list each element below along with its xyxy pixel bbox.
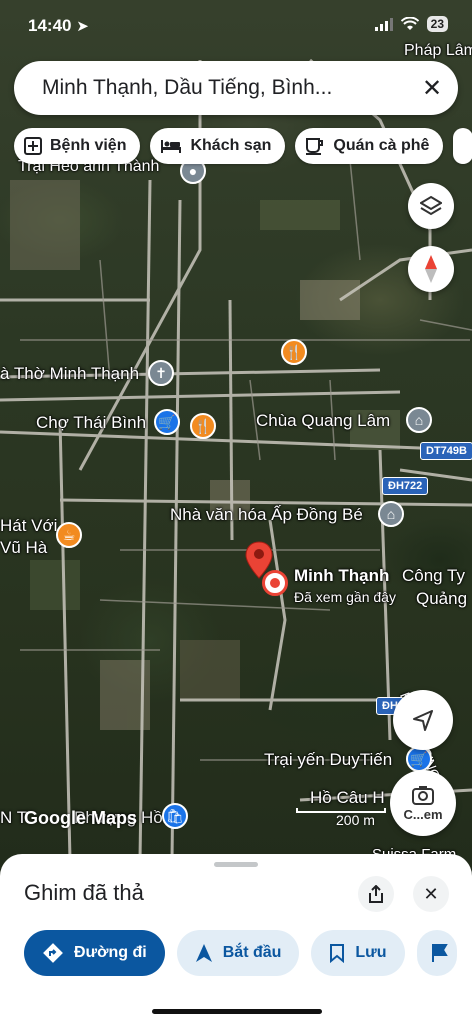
restaurant-poi-icon[interactable]: 🍴 bbox=[281, 339, 307, 365]
restaurant-poi-icon[interactable]: 🍴 bbox=[190, 413, 216, 439]
directions-icon bbox=[43, 943, 63, 963]
compass-button[interactable] bbox=[408, 246, 454, 292]
church-poi-icon[interactable]: ✝ bbox=[148, 360, 174, 386]
layers-icon bbox=[420, 195, 442, 216]
share-icon bbox=[369, 885, 383, 903]
camera-search-icon bbox=[412, 785, 434, 805]
market-poi-icon[interactable]: 🛒 bbox=[154, 409, 180, 435]
place-label[interactable]: Nhà văn hóa Ấp Đồng Bé bbox=[170, 505, 363, 525]
place-label[interactable]: Vũ Hà bbox=[0, 538, 47, 558]
share-button[interactable] bbox=[358, 876, 394, 912]
hospital-icon bbox=[24, 137, 42, 155]
battery-indicator: 23 bbox=[426, 16, 448, 32]
shop-poi-icon[interactable]: 🛍 bbox=[162, 803, 188, 829]
road-number-badge: DT749B bbox=[420, 442, 472, 460]
search-bar[interactable]: Minh Thạnh, Dầu Tiếng, Bình... ✕ bbox=[14, 61, 458, 115]
search-query[interactable]: Minh Thạnh, Dầu Tiếng, Bình... bbox=[42, 76, 406, 100]
scale-label: 200 m bbox=[336, 812, 375, 828]
place-label[interactable]: Trại yến DuyTiến bbox=[264, 750, 392, 770]
drag-handle[interactable] bbox=[214, 862, 258, 867]
chip-hotel[interactable]: Khách sạn bbox=[150, 128, 286, 164]
place-label[interactable]: Chợ Thái Bình bbox=[36, 413, 146, 433]
navigation-arrow-icon bbox=[195, 944, 212, 962]
action-bar: Đường đi Bắt đầu Lưu bbox=[24, 930, 457, 976]
place-label[interactable]: Hát Với bbox=[0, 516, 57, 536]
start-button[interactable]: Bắt đầu bbox=[176, 930, 300, 976]
pin-recently-viewed: Đã xem gần đây bbox=[294, 589, 396, 605]
place-label[interactable]: Quảng bbox=[416, 589, 467, 609]
label-button[interactable] bbox=[416, 930, 457, 976]
place-label[interactable]: à Thờ Minh Thạnh bbox=[0, 364, 139, 384]
temple-poi-icon[interactable]: ⌂ bbox=[406, 407, 432, 433]
location-marker-icon[interactable] bbox=[262, 570, 288, 596]
location-arrow-icon: ➤ bbox=[76, 18, 89, 35]
sheet-title: Ghim đã thả bbox=[24, 880, 144, 905]
chip-more[interactable] bbox=[453, 128, 472, 164]
close-icon[interactable]: ✕ bbox=[406, 74, 458, 103]
place-label[interactable]: Hồ Câu H bbox=[310, 788, 385, 808]
chip-coffee[interactable]: Quán cà phê bbox=[295, 128, 444, 164]
category-chips: Bệnh viện Khách sạn Quán cà phê bbox=[14, 128, 472, 164]
cellular-signal-icon bbox=[374, 17, 393, 31]
place-label[interactable]: Công Ty bbox=[402, 566, 465, 586]
close-icon: ✕ bbox=[423, 883, 439, 904]
my-location-button[interactable] bbox=[393, 690, 453, 750]
status-bar: 14:40 ➤ 23 bbox=[0, 0, 472, 52]
navigation-arrow-icon bbox=[413, 710, 433, 731]
coffee-icon bbox=[306, 138, 324, 155]
chip-hospital[interactable]: Bệnh viện bbox=[14, 128, 141, 164]
layers-button[interactable] bbox=[408, 183, 454, 229]
lens-button[interactable]: C...em bbox=[390, 770, 456, 836]
flag-icon bbox=[431, 944, 448, 962]
shop-poi-icon[interactable]: 🛒 bbox=[406, 746, 432, 772]
bed-icon bbox=[161, 140, 182, 153]
google-maps-logo: Google Maps bbox=[24, 808, 138, 828]
directions-button[interactable]: Đường đi bbox=[24, 930, 165, 976]
pin-place-name[interactable]: Minh Thạnh bbox=[294, 566, 389, 586]
home-indicator bbox=[152, 1009, 322, 1014]
cafe-poi-icon[interactable]: ☕ bbox=[56, 522, 82, 548]
close-sheet-button[interactable]: ✕ bbox=[413, 876, 449, 912]
place-label[interactable]: Chùa Quang Lâm bbox=[256, 411, 390, 431]
save-button[interactable]: Lưu bbox=[311, 930, 405, 976]
wifi-icon bbox=[400, 17, 419, 30]
compass-icon bbox=[425, 255, 437, 283]
status-time: 14:40 ➤ bbox=[28, 16, 89, 35]
landmark-poi-icon[interactable]: ⌂ bbox=[378, 501, 404, 527]
road-number-badge: ĐH722 bbox=[382, 477, 429, 495]
lens-label: C...em bbox=[403, 806, 443, 822]
bookmark-icon bbox=[330, 944, 345, 963]
